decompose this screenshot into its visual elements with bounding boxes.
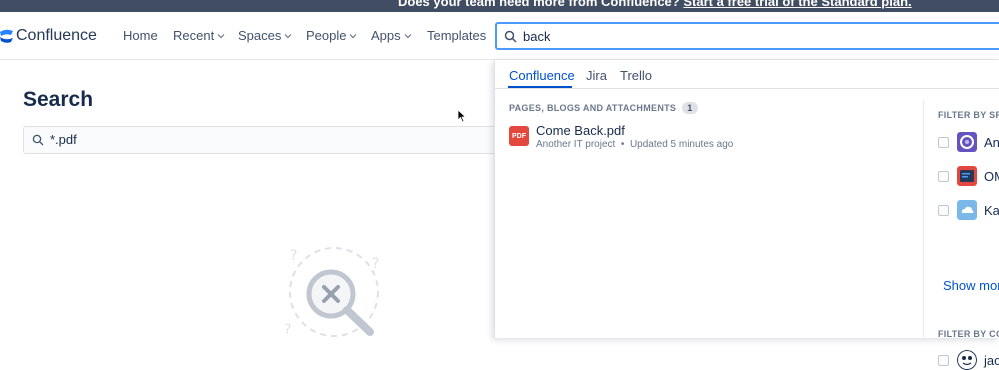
svg-text:?: ?	[284, 322, 291, 338]
show-more-link[interactable]: Show more	[943, 278, 999, 293]
section-header: PAGES, BLOGS AND ATTACHMENTS 1	[509, 102, 698, 114]
nav-home-label: Home	[123, 28, 158, 43]
global-search-box[interactable]	[495, 22, 999, 50]
filter-panel: FILTER BY SPA An OM	[923, 100, 999, 370]
svg-text:?: ?	[290, 248, 297, 264]
top-navigation: Confluence Home Recent Spaces People App…	[0, 12, 999, 60]
space-filter-row[interactable]: An	[938, 132, 999, 152]
section-label: PAGES, BLOGS AND ATTACHMENTS	[509, 103, 677, 113]
tab-confluence[interactable]: Confluence	[509, 68, 575, 83]
tab-trello[interactable]: Trello	[620, 68, 652, 83]
space-filter-row[interactable]: OM	[938, 166, 999, 186]
page-search-input[interactable]	[50, 132, 350, 147]
chevron-down-icon	[217, 33, 225, 38]
svg-text:?: ?	[372, 256, 379, 272]
space-filter-checkbox[interactable]	[938, 136, 949, 148]
banner-trial-link[interactable]: Start a free trial of the Standard plan.	[683, 0, 911, 9]
banner-text: Does your team need more from Confluence…	[398, 0, 680, 9]
nav-home[interactable]: Home	[123, 28, 158, 43]
product-tabs: Confluence Jira Trello	[495, 60, 999, 89]
nav-templates-label: Templates	[427, 28, 487, 43]
meta-separator: •	[620, 139, 625, 150]
trial-banner: Does your team need more from Confluence…	[0, 0, 999, 12]
nav-people[interactable]: People	[306, 28, 357, 43]
space-avatar-icon	[957, 132, 977, 152]
pdf-file-icon: PDF	[509, 126, 529, 146]
space-filter-label: An	[984, 134, 999, 150]
no-results-illustration: ? ? ?	[284, 247, 379, 338]
contributor-filter-checkbox[interactable]	[938, 354, 949, 366]
active-tab-indicator	[508, 86, 572, 88]
nav-recent[interactable]: Recent	[173, 28, 225, 43]
nav-apps[interactable]: Apps	[371, 28, 412, 43]
result-updated: Updated 5 minutes ago	[629, 139, 734, 150]
quick-search-dropdown: Confluence Jira Trello PAGES, BLOGS AND …	[494, 60, 999, 370]
page-title: Search	[23, 88, 94, 111]
filter-by-space-header: FILTER BY SPA	[938, 110, 999, 120]
nav-spaces-label: Spaces	[238, 28, 282, 43]
user-avatar-icon	[957, 350, 977, 370]
search-result-item[interactable]: PDF Come Back.pdf Another IT project • U…	[509, 124, 733, 150]
space-filter-label: OM	[984, 168, 999, 184]
space-filter-label: Ka	[984, 202, 999, 218]
space-filter-checkbox[interactable]	[938, 204, 949, 216]
page-search-box[interactable]	[23, 126, 503, 154]
chevron-down-icon	[404, 33, 412, 38]
tab-jira[interactable]: Jira	[586, 68, 607, 83]
search-icon	[504, 30, 517, 43]
contributor-filter-row[interactable]: jac	[938, 350, 999, 370]
space-avatar-icon	[957, 200, 977, 220]
result-title: Come Back.pdf	[536, 123, 625, 138]
nav-apps-label: Apps	[371, 28, 401, 43]
result-count-badge: 1	[682, 102, 698, 114]
result-meta: Another IT project • Updated 5 minutes a…	[536, 139, 733, 150]
brand-name: Confluence	[16, 27, 97, 44]
space-filter-checkbox[interactable]	[938, 170, 949, 182]
space-filter-row[interactable]: Ka	[938, 200, 999, 220]
global-search-input[interactable]	[523, 27, 823, 45]
nav-spaces[interactable]: Spaces	[238, 28, 292, 43]
result-space: Another IT project	[536, 139, 616, 150]
chevron-down-icon	[284, 33, 292, 38]
confluence-logo[interactable]: Confluence	[0, 26, 97, 46]
space-avatar-icon	[957, 166, 977, 186]
mouse-cursor-icon	[457, 109, 467, 123]
nav-recent-label: Recent	[173, 28, 215, 43]
chevron-down-icon	[350, 33, 357, 38]
nav-templates[interactable]: Templates	[427, 28, 486, 43]
contributor-filter-label: jac	[984, 352, 999, 368]
nav-people-label: People	[306, 28, 347, 43]
confluence-logo-icon	[0, 29, 13, 43]
search-icon	[32, 134, 44, 146]
